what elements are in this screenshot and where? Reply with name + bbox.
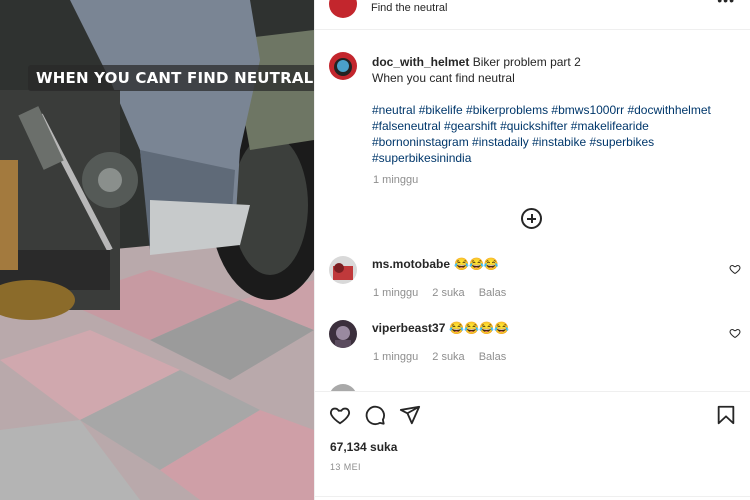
divider xyxy=(315,496,750,497)
comment-text: 😂😂😂😂 xyxy=(449,321,510,335)
caption-line-1: Biker problem part 2 xyxy=(472,55,581,69)
video-text-overlay: WHEN YOU CANT FIND NEUTRAL 😂 xyxy=(28,65,314,91)
share-icon[interactable] xyxy=(399,404,421,426)
post-video[interactable]: WHEN YOU CANT FIND NEUTRAL 😂 xyxy=(0,0,314,500)
author-avatar[interactable] xyxy=(329,52,357,80)
comment-item: ms.motobabe 😂😂😂 xyxy=(372,257,499,271)
commenter-username[interactable]: viperbeast37 xyxy=(372,321,445,335)
comment-icon[interactable] xyxy=(364,404,386,426)
load-more-comments-icon[interactable] xyxy=(521,208,542,229)
ellipsis-icon[interactable]: ••• xyxy=(717,0,735,8)
caption-hashtags[interactable]: #neutral #bikelife #bikerproblems #bmws1… xyxy=(372,102,737,166)
comment-meta: 1 minggu 2 suka Balas xyxy=(373,287,520,299)
heart-icon[interactable] xyxy=(729,327,741,339)
caption-line-2: When you cant find neutral xyxy=(372,71,515,85)
author-avatar[interactable] xyxy=(329,0,357,18)
comment-time: 1 minggu xyxy=(373,287,419,299)
bookmark-icon[interactable] xyxy=(715,404,737,426)
comment-meta: 1 minggu 2 suka Balas xyxy=(373,351,520,363)
comment-item: viperbeast37 😂😂😂😂 xyxy=(372,321,509,335)
post-header: Find the neutral ••• xyxy=(315,0,750,30)
reply-button[interactable]: Balas xyxy=(479,351,507,363)
reply-button[interactable]: Balas xyxy=(479,287,507,299)
post-details-panel: Find the neutral ••• doc_with_helmet Bik… xyxy=(314,0,750,500)
commenter-avatar[interactable] xyxy=(329,384,357,391)
comment-time: 1 minggu xyxy=(373,351,419,363)
post-caption: doc_with_helmet Biker problem part 2 Whe… xyxy=(372,54,737,166)
comment-text: 😂😂😂 xyxy=(454,257,499,271)
likes-count[interactable]: 67,134 suka xyxy=(330,440,397,454)
like-heart-icon[interactable] xyxy=(329,404,351,426)
author-username[interactable]: doc_with_helmet xyxy=(372,55,469,69)
commenter-avatar[interactable] xyxy=(329,320,357,348)
comment-likes[interactable]: 2 suka xyxy=(432,351,464,363)
post-date: 13 MEI xyxy=(330,462,361,472)
post-subtitle: Find the neutral xyxy=(371,2,448,14)
comments-scroll-area[interactable]: doc_with_helmet Biker problem part 2 Whe… xyxy=(315,31,750,391)
heart-icon[interactable] xyxy=(729,263,741,275)
commenter-avatar[interactable] xyxy=(329,256,357,284)
post-time: 1 minggu xyxy=(373,174,419,186)
post-actions: 67,134 suka 13 MEI xyxy=(315,392,750,500)
commenter-username[interactable]: ms.motobabe xyxy=(372,257,450,271)
comment-likes[interactable]: 2 suka xyxy=(432,287,464,299)
